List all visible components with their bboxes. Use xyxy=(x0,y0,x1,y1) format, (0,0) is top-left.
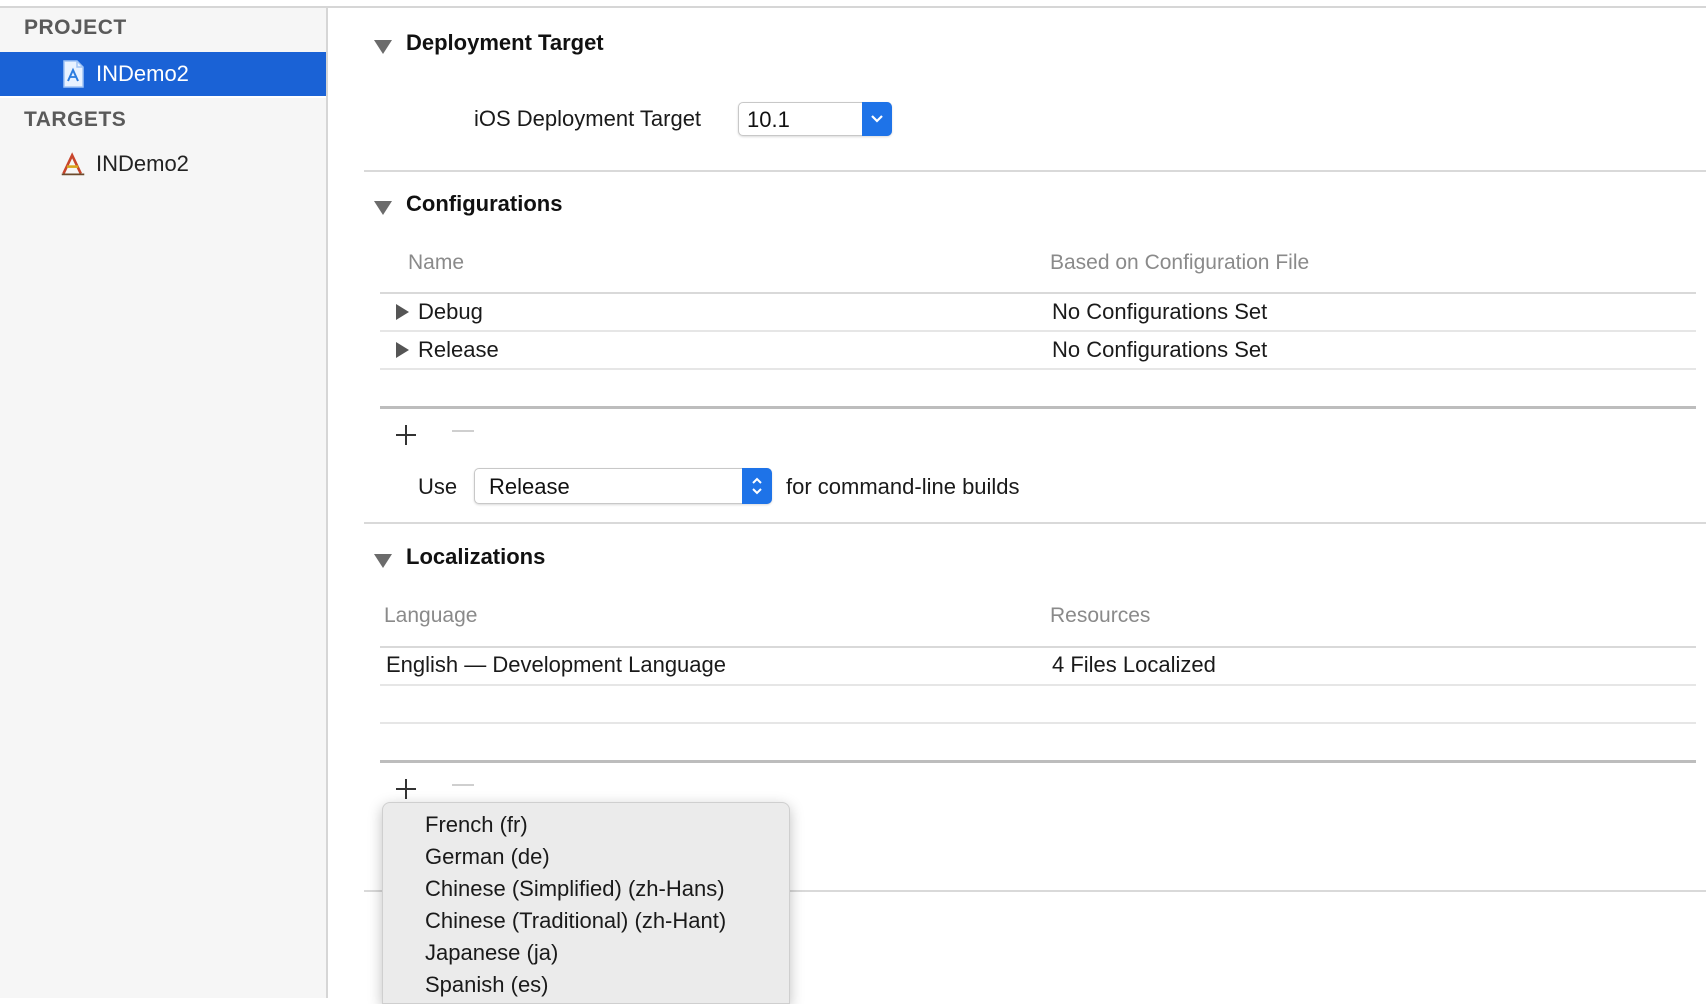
expand-arrow-icon[interactable] xyxy=(396,342,409,358)
sidebar-item-label: INDemo2 xyxy=(96,151,189,176)
disclosure-triangle-icon[interactable] xyxy=(374,40,392,54)
command-line-suffix: for command-line builds xyxy=(786,474,1020,499)
column-header-resources[interactable]: Resources xyxy=(1050,604,1150,628)
remove-localization-button[interactable] xyxy=(452,784,474,786)
column-header-config-file[interactable]: Based on Configuration File xyxy=(1050,251,1309,275)
use-label: Use xyxy=(418,474,458,499)
deployment-target-title: Deployment Target xyxy=(406,30,604,55)
menu-item-language[interactable]: Chinese (Simplified) (zh-Hans) xyxy=(425,876,725,902)
sidebar-item-project[interactable]: INDemo2 xyxy=(0,52,326,96)
table-header-divider xyxy=(380,292,1696,294)
localization-row-resources[interactable]: 4 Files Localized xyxy=(1052,652,1216,678)
plus-icon xyxy=(396,779,416,799)
localizations-title: Localizations xyxy=(406,544,546,569)
config-row-file[interactable]: No Configurations Set xyxy=(1052,337,1267,363)
add-language-menu: French (fr) German (de) Chinese (Simplif… xyxy=(382,802,790,1004)
table-row-divider xyxy=(380,722,1696,724)
app-target-icon xyxy=(60,150,86,178)
localization-row-language[interactable]: English — Development Language xyxy=(386,652,726,678)
menu-item-language[interactable]: French (fr) xyxy=(425,812,528,838)
disclosure-triangle-icon[interactable] xyxy=(374,554,392,568)
table-row-divider xyxy=(380,368,1696,370)
section-divider xyxy=(364,522,1706,524)
table-row-divider xyxy=(380,684,1696,686)
menu-item-language[interactable]: Spanish (es) xyxy=(425,972,549,998)
disclosure-triangle-icon[interactable] xyxy=(374,201,392,215)
table-bottom-border xyxy=(380,406,1696,409)
expand-arrow-icon[interactable] xyxy=(396,304,409,320)
table-row-divider xyxy=(380,330,1696,332)
remove-configuration-button[interactable] xyxy=(452,430,474,432)
add-configuration-button[interactable] xyxy=(394,420,418,452)
divider xyxy=(0,96,326,98)
table-header-divider xyxy=(380,646,1696,648)
chevron-down-icon xyxy=(862,102,892,136)
ios-deployment-target-label: iOS Deployment Target xyxy=(474,106,702,131)
sidebar-item-label: INDemo2 xyxy=(96,61,189,86)
config-row-name[interactable]: Release xyxy=(418,337,499,363)
section-divider xyxy=(364,170,1706,172)
window-top-border xyxy=(0,0,1706,8)
command-line-config-popup[interactable]: Release xyxy=(474,468,772,504)
menu-item-language[interactable]: German (de) xyxy=(425,844,550,870)
menu-item-language[interactable]: Japanese (ja) xyxy=(425,940,558,966)
ios-deployment-target-value: 10.1 xyxy=(747,107,790,132)
command-line-config-value: Release xyxy=(489,474,570,499)
table-bottom-border xyxy=(380,760,1696,763)
project-file-icon xyxy=(60,60,86,88)
column-header-name[interactable]: Name xyxy=(408,251,464,275)
project-section-header: PROJECT xyxy=(24,16,127,39)
configurations-title: Configurations xyxy=(406,191,563,216)
project-navigator: PROJECT INDemo2 TARGETS INDemo2 xyxy=(0,8,328,998)
column-header-language[interactable]: Language xyxy=(384,604,477,628)
menu-item-language[interactable]: Chinese (Traditional) (zh-Hant) xyxy=(425,908,726,934)
ios-deployment-target-popup[interactable]: 10.1 xyxy=(738,102,892,136)
plus-icon xyxy=(396,425,416,445)
config-row-name[interactable]: Debug xyxy=(418,299,483,325)
targets-section-header: TARGETS xyxy=(24,108,127,131)
sidebar-item-target[interactable]: INDemo2 xyxy=(0,142,326,186)
config-row-file[interactable]: No Configurations Set xyxy=(1052,299,1267,325)
updown-chevron-icon xyxy=(742,468,772,504)
